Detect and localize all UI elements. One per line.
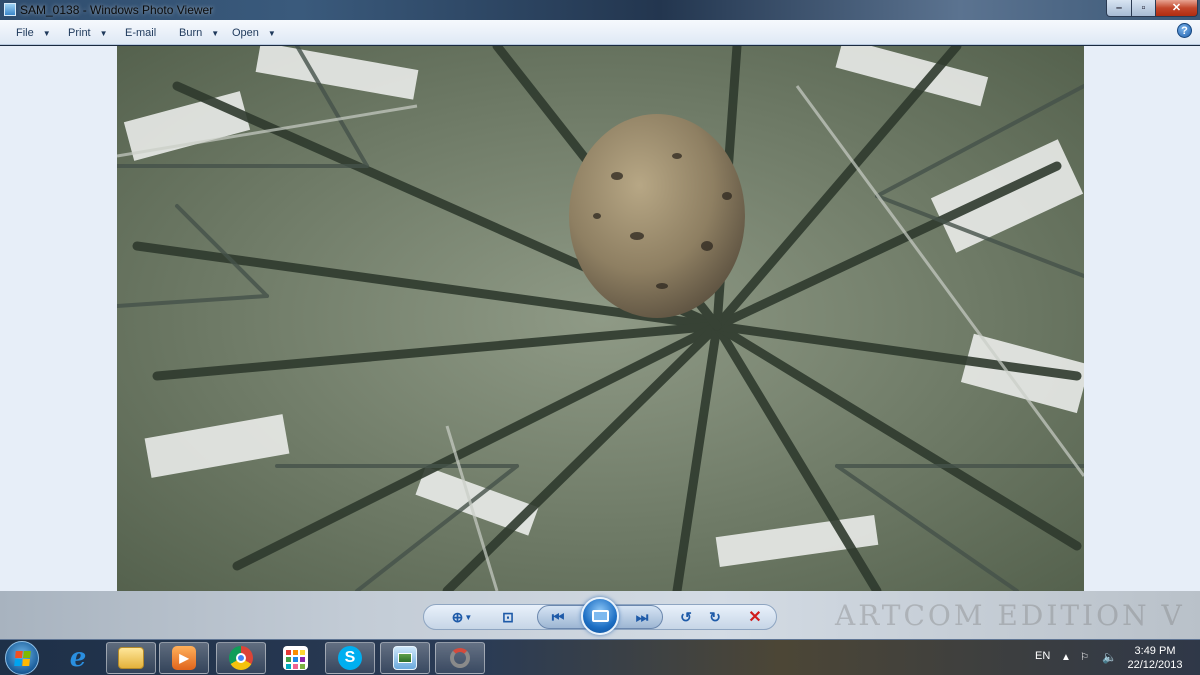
windows-logo-icon: [14, 651, 31, 666]
menu-email[interactable]: E-mail: [125, 25, 156, 41]
taskbar-apps-launcher[interactable]: [270, 642, 320, 674]
photo-image: [117, 46, 1084, 591]
chevron-down-icon: ▼: [99, 28, 108, 38]
start-button[interactable]: [5, 641, 39, 675]
taskbar: e ▶ S EN ▲ ⚐ 🔈 3:49 PM 22/12/2013: [0, 639, 1200, 675]
skype-icon: S: [338, 646, 362, 670]
apps-grid-icon: [282, 646, 308, 670]
fit-to-window-icon[interactable]: ⊡: [496, 606, 520, 628]
folder-icon: [118, 647, 144, 669]
action-center-flag-icon[interactable]: ⚐: [1080, 652, 1089, 663]
show-hidden-icons-arrow[interactable]: ▲: [1061, 652, 1071, 663]
menu-burn-label: Burn: [179, 27, 203, 39]
menu-print[interactable]: Print ▼: [68, 25, 108, 41]
delete-icon: ✕: [748, 609, 762, 626]
taskbar-skype[interactable]: S: [325, 642, 375, 674]
rotate-counterclockwise-icon[interactable]: ↺: [675, 606, 697, 628]
photo-viewer-icon: [393, 646, 417, 670]
chrome-icon: [229, 646, 253, 670]
internet-explorer-icon: e: [69, 643, 87, 673]
clock-date: 22/12/2013: [1127, 659, 1183, 671]
taskbar-chrome[interactable]: [216, 642, 266, 674]
photo-viewer-app-icon: [4, 3, 16, 16]
window-title: SAM_0138 - Windows Photo Viewer: [20, 3, 214, 17]
volume-icon[interactable]: 🔈: [1102, 650, 1117, 664]
chevron-down-icon: ▼: [267, 28, 276, 38]
menu-file[interactable]: File ▼: [16, 25, 51, 41]
rotate-clockwise-icon[interactable]: ↻: [704, 606, 726, 628]
taskbar-windows-photo-viewer[interactable]: [380, 642, 430, 674]
taskbar-windows-explorer[interactable]: [106, 642, 156, 674]
previous-icon[interactable]: ⏮: [544, 606, 572, 628]
menu-print-label: Print: [68, 27, 91, 39]
menu-open[interactable]: Open ▼: [232, 25, 276, 41]
taskbar-media-player[interactable]: ▶: [159, 642, 209, 674]
image-viewport: [0, 46, 1200, 591]
system-clock[interactable]: 3:49 PM 22/12/2013: [1122, 644, 1188, 672]
menu-open-label: Open: [232, 27, 259, 39]
control-bar: ARTCOM EDITION V ⊕ ▼ ⊡ ⏮ ⏭ ↺ ↻ ✕: [0, 591, 1200, 639]
delete-button[interactable]: ✕: [744, 606, 766, 628]
help-icon[interactable]: ?: [1177, 23, 1192, 38]
slideshow-icon: [591, 610, 609, 622]
media-player-icon: ▶: [172, 646, 196, 670]
next-icon[interactable]: ⏭: [628, 606, 656, 628]
chevron-down-icon: ▼: [211, 28, 220, 38]
background-watermark: ARTCOM EDITION V: [835, 599, 1185, 632]
chevron-down-icon: ▼: [42, 28, 51, 38]
menu-burn[interactable]: Burn ▼: [179, 25, 219, 41]
close-button[interactable]: ✕: [1155, 0, 1198, 17]
menu-bar: File ▼ Print ▼ E-mail Burn ▼ Open ▼ ?: [0, 20, 1200, 45]
maximize-button[interactable]: ▫: [1131, 0, 1156, 17]
title-bar: SAM_0138 - Windows Photo Viewer – ▫ ✕: [0, 0, 1200, 20]
taskbar-internet-explorer[interactable]: e: [53, 642, 103, 674]
clock-time: 3:49 PM: [1134, 645, 1176, 657]
photo[interactable]: [117, 46, 1084, 591]
slideshow-button[interactable]: [581, 597, 619, 635]
taskbar-other-app[interactable]: [435, 642, 485, 674]
zoom-icon[interactable]: ⊕ ▼: [447, 606, 477, 628]
minimize-button[interactable]: –: [1106, 0, 1132, 17]
language-indicator[interactable]: EN: [1035, 650, 1050, 662]
menu-email-label: E-mail: [125, 27, 157, 39]
gauge-app-icon: [448, 646, 472, 670]
menu-file-label: File: [16, 27, 34, 39]
